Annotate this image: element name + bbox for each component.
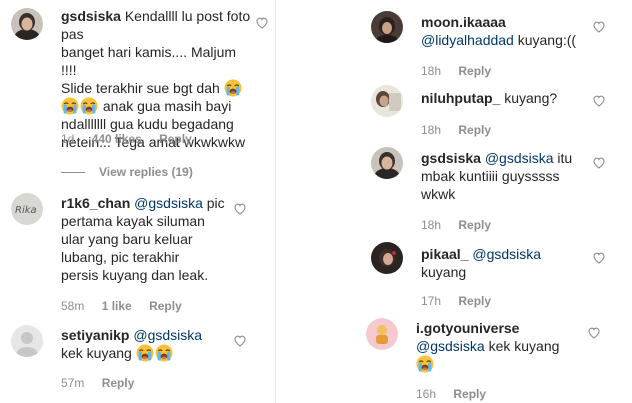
username[interactable]: gsdsiska [61, 8, 121, 24]
comments-column-right: moon.ikaaaa @lidyalhaddad kuyang:(( 18h … [276, 0, 632, 403]
avatar[interactable] [371, 11, 403, 43]
comment-line: Slide terakhir sue bgt dah [61, 80, 220, 96]
heart-icon[interactable] [593, 95, 605, 107]
comment-line: ular yang baru keluar [61, 231, 193, 247]
reply-button[interactable]: Reply [458, 64, 491, 78]
reply-button[interactable]: Reply [102, 376, 135, 390]
reply-button[interactable]: Reply [453, 387, 486, 401]
mention-link[interactable]: @gsdsiska [133, 327, 202, 343]
heart-icon[interactable] [593, 252, 605, 264]
comment-line: wkwk [421, 186, 456, 202]
comment-text: niluhputap_ kuyang? [421, 89, 601, 107]
comment-text: moon.ikaaaa @lidyalhaddad kuyang:(( [421, 13, 601, 49]
comment-meta: 18h Reply [421, 64, 505, 78]
comment-text: i.gotyouniverse @gsdsiska kek kuyang [416, 319, 596, 373]
username[interactable]: moon.ikaaaa [421, 14, 506, 30]
comment-line: ndalllllll gua kudu begadang [61, 116, 234, 132]
comment-text: gsdsiska Kendallll lu post foto pas bang… [61, 7, 251, 151]
username[interactable]: gsdsiska [421, 150, 481, 166]
avatar[interactable] [371, 242, 403, 274]
comment-meta: 18h Reply [421, 123, 505, 137]
likes-count[interactable]: 440 likes [92, 132, 142, 146]
comment-time: 17h [421, 294, 442, 308]
comment-line: lubang, pic terakhir [61, 249, 180, 265]
comment-meta: 1d 440 likes Reply [61, 132, 206, 146]
crying-emoji-icon [223, 79, 242, 97]
reply-button[interactable]: Reply [458, 294, 491, 308]
view-replies-button[interactable]: View replies (19) [61, 165, 193, 179]
crying-emoji-icon [416, 355, 434, 373]
crying-emoji-icon [80, 97, 98, 115]
crying-emoji-icon [61, 97, 79, 115]
crying-emoji-icon [135, 344, 154, 362]
comment-text: gsdsiska @gsdsiska itu mbak kuntiiii guy… [421, 149, 596, 203]
comment-time: 57m [61, 376, 85, 390]
heart-icon[interactable] [256, 17, 268, 29]
comment-line: kuyang? [504, 90, 558, 106]
mention-link[interactable]: @gsdsiska [134, 195, 203, 211]
username[interactable]: r1k6_chan [61, 195, 130, 211]
heart-icon[interactable] [593, 157, 605, 169]
comment-meta: 16h Reply [416, 387, 500, 401]
divider-line [61, 172, 85, 174]
comment-text: setiyanikp @gsdsiska kek kuyang [61, 326, 236, 362]
comment-time: 18h [421, 123, 442, 137]
comment-line: anak gua masih bayi [102, 98, 232, 114]
avatar[interactable] [11, 8, 43, 40]
comment-line: banget hari kamis.... Maljum !!!! [61, 44, 237, 78]
avatar[interactable]: Rika [11, 193, 43, 225]
avatar[interactable] [371, 147, 403, 179]
username[interactable]: setiyanikp [61, 327, 129, 343]
comment-time: 18h [421, 218, 442, 232]
avatar[interactable] [371, 85, 403, 117]
comment-line: kuyang:(( [517, 32, 577, 48]
username[interactable]: i.gotyouniverse [416, 320, 519, 336]
comment-time: 1d [61, 132, 75, 146]
heart-icon[interactable] [234, 335, 246, 347]
comment-time: 18h [421, 64, 442, 78]
reply-button[interactable]: Reply [458, 123, 491, 137]
view-replies-label: View replies (19) [99, 165, 193, 179]
heart-icon[interactable] [588, 327, 600, 339]
username[interactable]: niluhputap_ [421, 90, 500, 106]
mention-link[interactable]: @gsdsiska [416, 338, 485, 354]
reply-button[interactable]: Reply [159, 132, 192, 146]
comment-meta: 17h Reply [421, 294, 505, 308]
comment-line: persis kuyang dan leak. [61, 267, 209, 283]
comment-meta: 57m Reply [61, 376, 148, 390]
comment-line: itu [557, 150, 573, 166]
comment-line: pic [206, 195, 225, 211]
svg-text:Rika: Rika [15, 205, 37, 216]
comment-line: pertama kayak siluman [61, 213, 205, 229]
mention-link[interactable]: @gsdsiska [485, 150, 554, 166]
comment-text: r1k6_chan @gsdsiska pic pertama kayak si… [61, 194, 236, 284]
comment-line: mbak kuntiiii guysssss [421, 168, 560, 184]
mention-link[interactable]: @lidyalhaddad [421, 32, 514, 48]
likes-count[interactable]: 1 like [102, 299, 132, 313]
avatar[interactable] [366, 318, 398, 350]
comment-line: kuyang [421, 264, 467, 280]
comment-meta: 18h Reply [421, 218, 505, 232]
comments-column-left: gsdsiska Kendallll lu post foto pas bang… [0, 0, 275, 403]
heart-icon[interactable] [234, 203, 246, 215]
username[interactable]: pikaal_ [421, 246, 468, 262]
mention-link[interactable]: @gsdsiska [472, 246, 541, 262]
comment-line: kek kuyang [488, 338, 560, 354]
comment-time: 58m [61, 299, 85, 313]
comment-text: pikaal_ @gsdsiska kuyang [421, 245, 596, 281]
reply-button[interactable]: Reply [458, 218, 491, 232]
comment-meta: 58m 1 like Reply [61, 299, 196, 313]
crying-emoji-icon [154, 344, 173, 362]
comment-time: 16h [416, 387, 437, 401]
reply-button[interactable]: Reply [149, 299, 182, 313]
heart-icon[interactable] [593, 21, 605, 33]
comment-line: kek kuyang [61, 345, 132, 361]
avatar[interactable] [11, 325, 43, 357]
